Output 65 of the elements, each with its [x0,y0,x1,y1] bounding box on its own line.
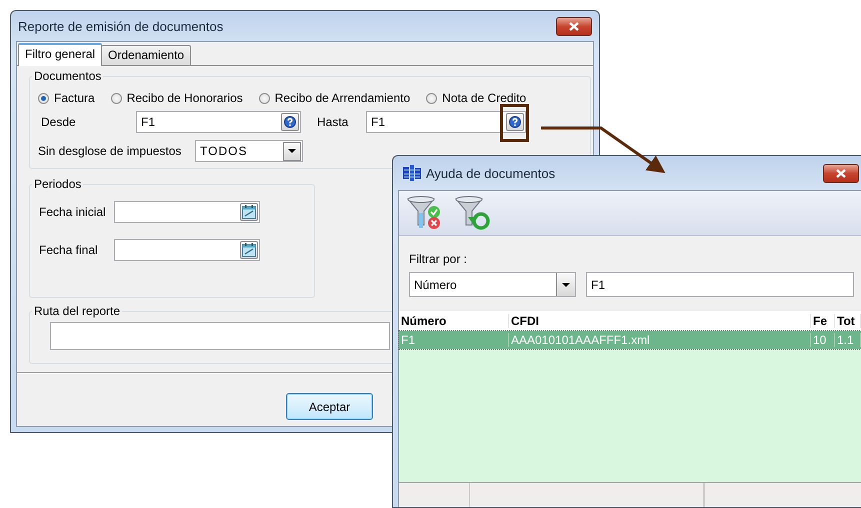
filter-field[interactable]: F1 [586,272,854,297]
field-text: Número [414,278,458,292]
field-text: F1 [371,115,386,129]
dropdown-button[interactable] [556,273,575,296]
window-title: Reporte de emisión de documentos [18,18,224,34]
column-header[interactable]: Fe [811,314,835,328]
help-button[interactable] [281,113,299,131]
field-label: Fecha inicial [38,205,107,219]
hasta-field[interactable]: F1 [366,111,526,133]
filter-dropdown[interactable]: Número [409,272,576,297]
help-icon [509,116,521,128]
close-button[interactable] [823,164,859,182]
accept-button[interactable]: Aceptar [286,393,373,420]
table-cell: AAA010101AAAFFF1.xml [509,333,811,347]
app-icon [403,165,421,181]
radio-circle[interactable] [426,92,438,104]
highlight-box [500,104,529,142]
calendar-button[interactable] [240,203,258,221]
field-label: Fecha final [38,243,99,257]
radio-circle[interactable] [110,92,122,104]
calendar-icon [242,205,256,219]
table-cell: F1 [399,333,509,347]
radio-option[interactable]: Recibo de Honorarios [110,91,243,105]
radio-circle[interactable] [38,92,49,104]
close-icon [569,22,579,30]
window-title: Ayuda de documentos [426,166,556,180]
desde-field[interactable]: F1 [136,111,301,133]
help-icon [284,116,296,128]
radio-circle[interactable] [258,92,270,104]
calendar-button[interactable] [240,241,258,259]
filter-apply-button[interactable] [406,195,442,231]
table-cell: 1.1 [835,333,861,347]
field-text: TODOS [200,144,248,158]
fecha-final-field[interactable] [114,239,260,261]
column-header[interactable]: Número [399,314,509,328]
close-button[interactable] [556,16,592,36]
tab[interactable]: Ordenamiento [101,45,192,65]
filter-label: Filtrar por : [409,252,468,266]
filter-refresh-icon [454,195,492,231]
field-label: Hasta [316,115,350,129]
calendar-icon [242,243,256,257]
caret-icon [288,149,296,153]
field-label: Sin desglose de impuestos [38,144,182,158]
group-title: Ruta del reporte [33,304,122,318]
field-text: F1 [591,278,606,292]
filter-check-icon [406,195,442,231]
path-field[interactable] [50,322,390,350]
group-title: Documentos [33,69,102,83]
filter-reset-button[interactable] [454,195,492,231]
radio-option[interactable]: Recibo de Arrendamiento [258,91,410,105]
radio-option[interactable]: Factura [38,91,95,105]
caret-icon [562,282,570,286]
dropdown-button[interactable] [283,142,301,160]
help-button[interactable] [506,113,524,131]
table-cell: 10 [811,333,835,347]
field-label: Desde [40,115,77,129]
group-title: Periodos [33,177,82,191]
dropdown-field[interactable]: TODOS [195,140,303,162]
radio-option[interactable]: Nota de Credito [426,91,526,105]
column-header[interactable]: CFDI [509,314,811,328]
tab[interactable]: Filtro general [18,43,102,66]
fecha-inicial-field[interactable] [114,201,260,223]
close-icon [836,168,846,178]
column-header[interactable]: Tot [835,314,861,328]
field-text: F1 [141,115,156,129]
